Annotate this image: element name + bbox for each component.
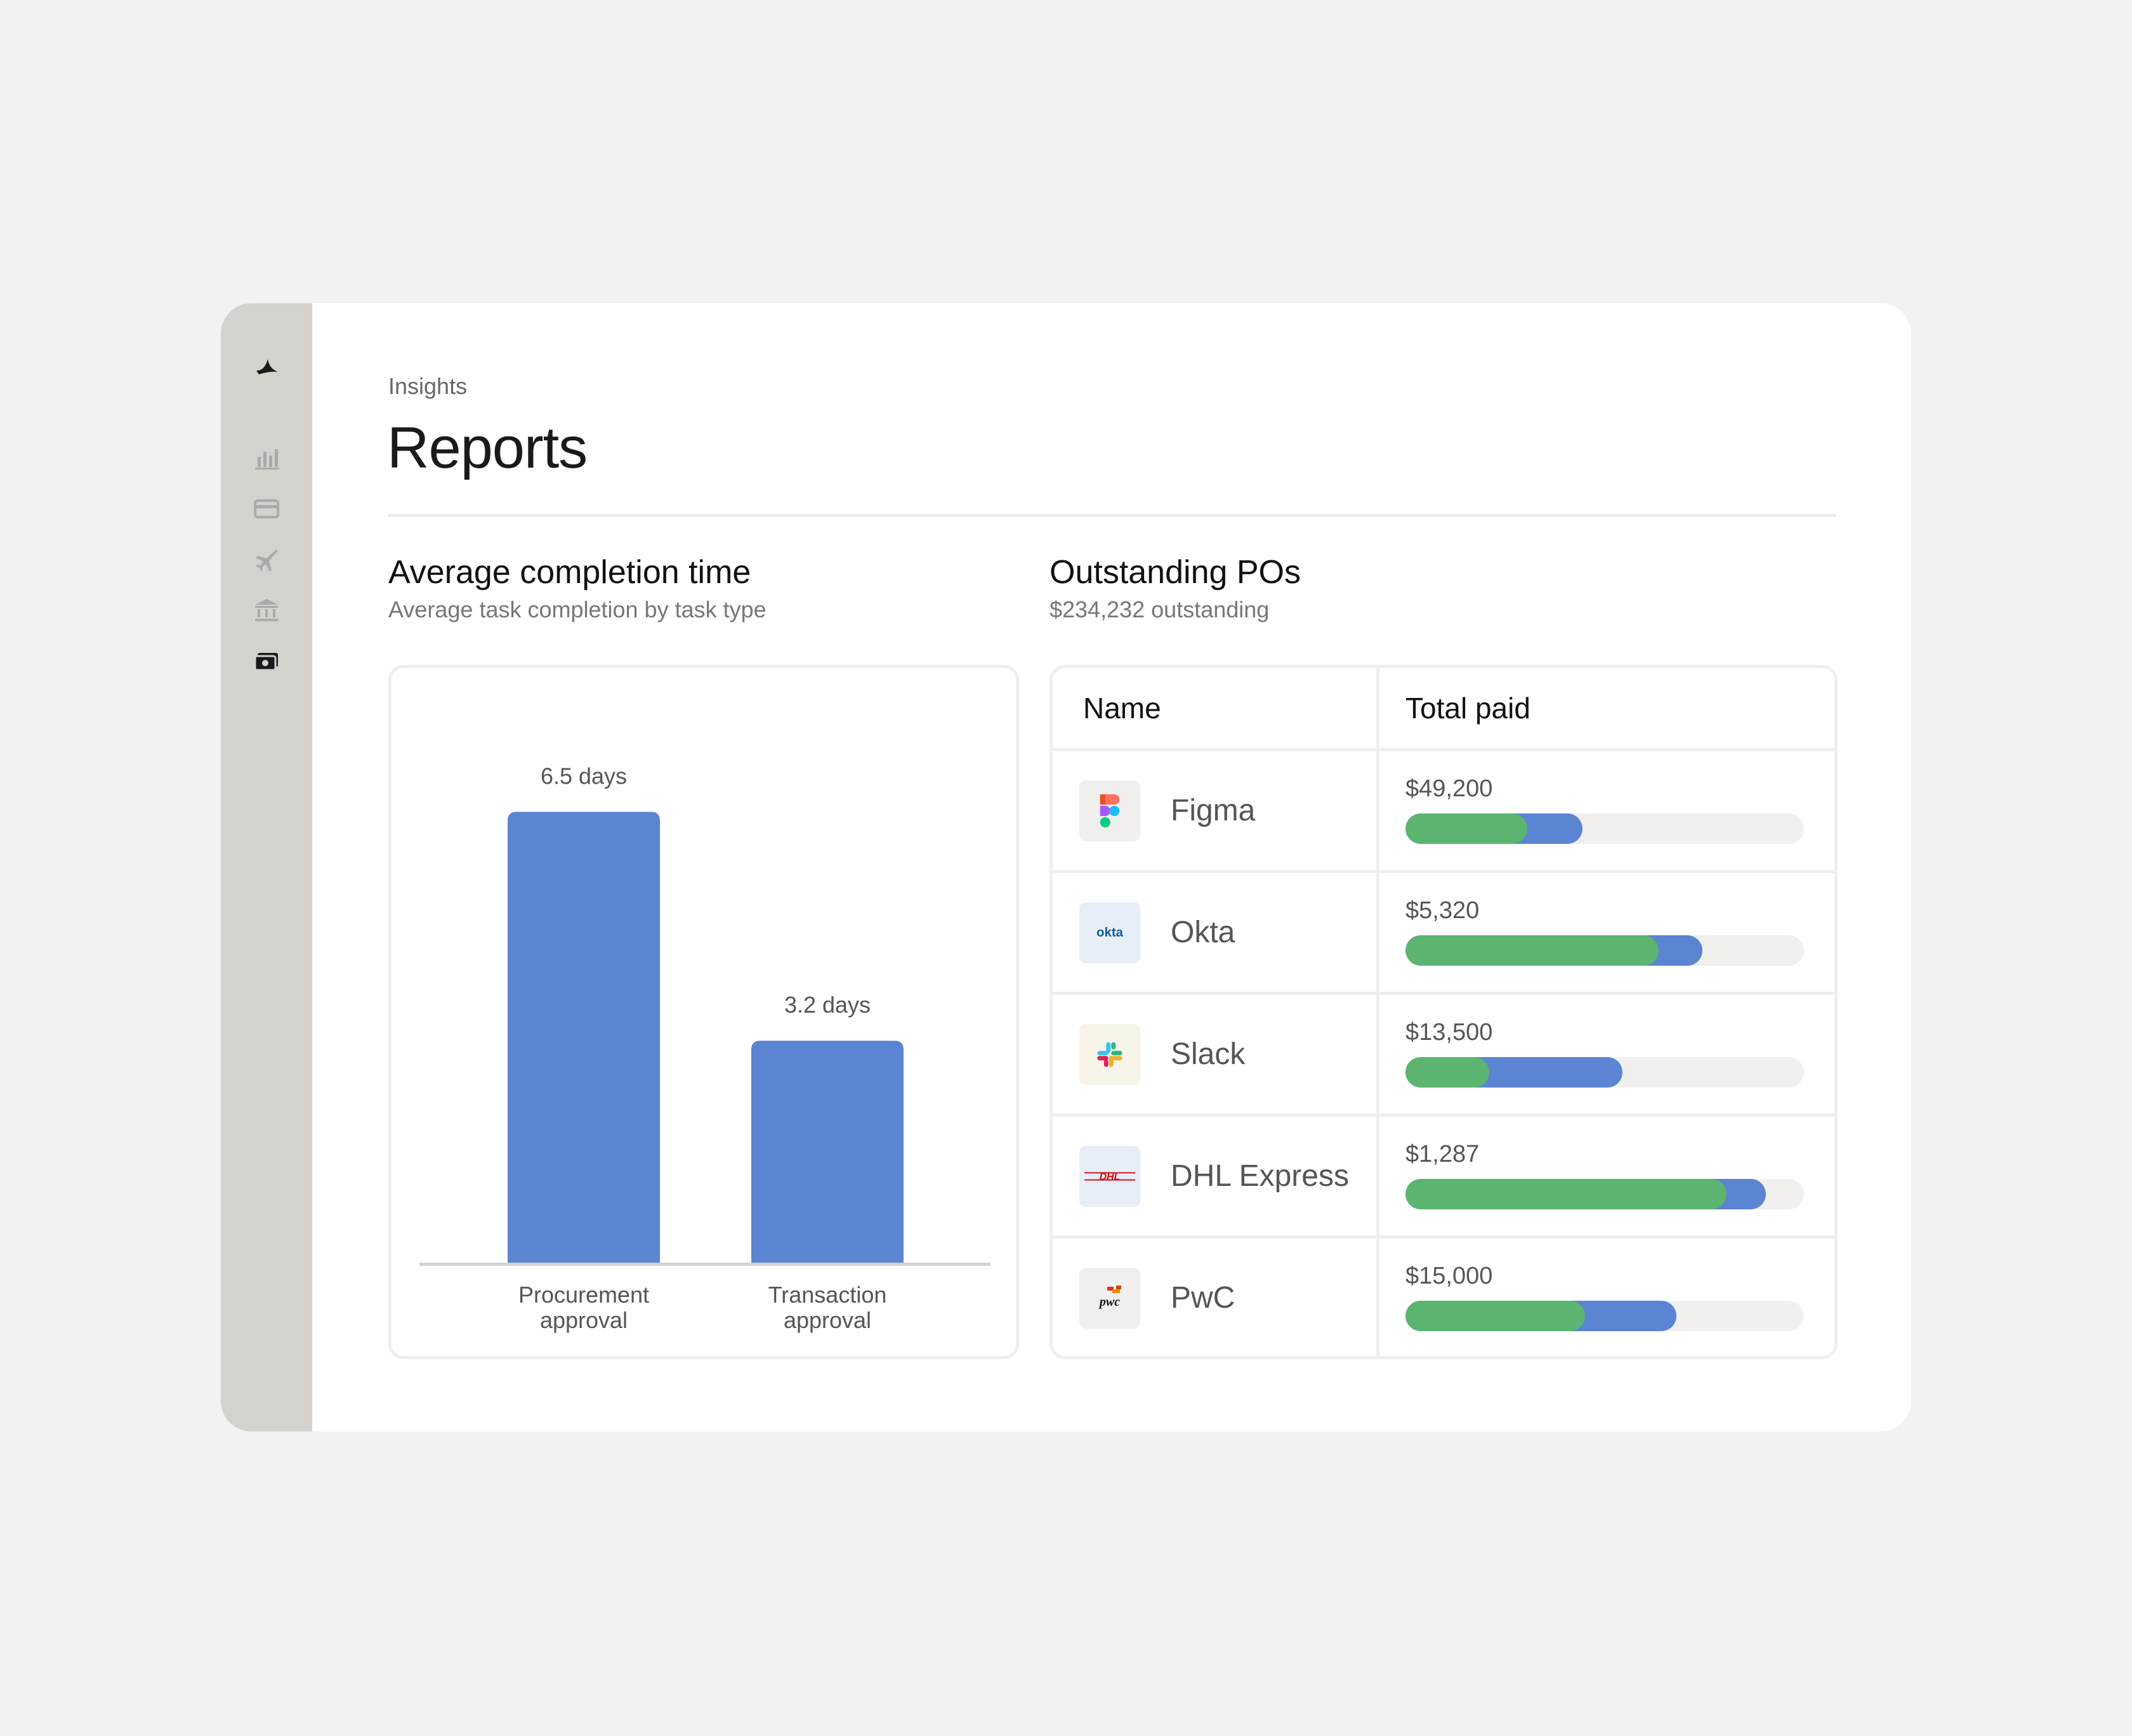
chart-bar <box>508 812 660 1263</box>
amount-paid: $13,500 <box>1405 1019 1493 1046</box>
payment-progress-bar <box>1405 813 1804 844</box>
bar-value-label: 3.2 days <box>784 992 871 1018</box>
category-tick-label: Procurement <box>518 1282 649 1308</box>
main-content: Insights Reports Average completion time… <box>312 303 1911 1431</box>
table-row[interactable]: okta Okta $5,320 <box>1053 873 1834 992</box>
category-tick-label: approval <box>540 1307 628 1333</box>
bar-chart-icon[interactable] <box>249 440 284 476</box>
bar-value-label: 6.5 days <box>541 763 627 789</box>
dhl-logo-icon: DHL <box>1079 1146 1140 1207</box>
amount-paid: $49,200 <box>1405 775 1493 802</box>
completion-bar-chart: 6.5 daysProcurementapproval3.2 daysTrans… <box>419 763 990 1333</box>
table-row[interactable]: Slack $13,500 <box>1053 995 1834 1114</box>
vendor-name: PwC <box>1171 1281 1235 1315</box>
page-title: Reports <box>387 416 588 480</box>
column-header-name[interactable]: Name <box>1083 668 1161 748</box>
table-row[interactable]: DHL DHL Express $1,287 <box>1053 1117 1834 1235</box>
pos-title: Outstanding POs <box>1050 554 1301 591</box>
x-axis-baseline <box>419 1263 990 1266</box>
completion-title: Average completion time <box>388 554 751 591</box>
category-tick-label: Transaction <box>768 1282 887 1308</box>
progress-paid-fill <box>1405 1179 1727 1209</box>
progress-paid-fill <box>1405 935 1659 966</box>
amount-paid: $5,320 <box>1405 897 1480 924</box>
payment-progress-bar <box>1405 1179 1804 1209</box>
credit-card-icon[interactable] <box>249 491 284 527</box>
completion-subtitle: Average task completion by task type <box>388 596 767 622</box>
vendor-name: Slack <box>1171 1037 1246 1071</box>
okta-logo-icon: okta <box>1079 902 1140 963</box>
chart-bar <box>751 1041 904 1263</box>
svg-text:okta: okta <box>1096 926 1124 940</box>
sidebar <box>221 303 312 1431</box>
payment-progress-bar <box>1405 935 1804 966</box>
table-row[interactable]: Figma $49,200 <box>1053 751 1834 870</box>
bank-icon[interactable] <box>249 593 284 628</box>
table-row[interactable]: pwc PwC $15,000 <box>1053 1239 1834 1356</box>
airplane-icon[interactable] <box>249 542 284 577</box>
header-divider <box>388 514 1836 517</box>
column-header-total-paid[interactable]: Total paid <box>1405 668 1530 748</box>
completion-chart-card: 6.5 days Procurement approval 3.2 days Trans… <box>388 665 1019 1359</box>
breadcrumb[interactable]: Insights <box>388 373 467 400</box>
svg-text:DHL: DHL <box>1100 1172 1121 1183</box>
progress-paid-fill <box>1405 1301 1585 1331</box>
app-window: Insights Reports Average completion time… <box>221 303 1911 1431</box>
payment-progress-bar <box>1405 1301 1804 1331</box>
svg-text:pwc: pwc <box>1098 1295 1120 1309</box>
amount-paid: $1,287 <box>1405 1141 1480 1167</box>
progress-paid-fill <box>1405 813 1527 844</box>
outstanding-pos-table: Name Total paid Figma $49,200 okta Okta $5,3… <box>1050 665 1838 1359</box>
slack-logo-icon <box>1079 1024 1140 1085</box>
vendor-name: Okta <box>1171 916 1235 949</box>
cash-icon[interactable] <box>249 643 284 679</box>
vendor-name: DHL Express <box>1171 1159 1349 1193</box>
pos-subtitle: $234,232 outstanding <box>1050 596 1270 622</box>
vendor-name: Figma <box>1171 794 1256 827</box>
amount-paid: $15,000 <box>1405 1263 1493 1289</box>
figma-logo-icon <box>1079 780 1140 841</box>
payment-progress-bar <box>1405 1057 1804 1088</box>
bird-logo-icon[interactable] <box>249 348 284 383</box>
category-tick-label: approval <box>784 1307 871 1333</box>
progress-paid-fill <box>1405 1057 1489 1088</box>
pwc-logo-icon: pwc <box>1079 1268 1140 1329</box>
